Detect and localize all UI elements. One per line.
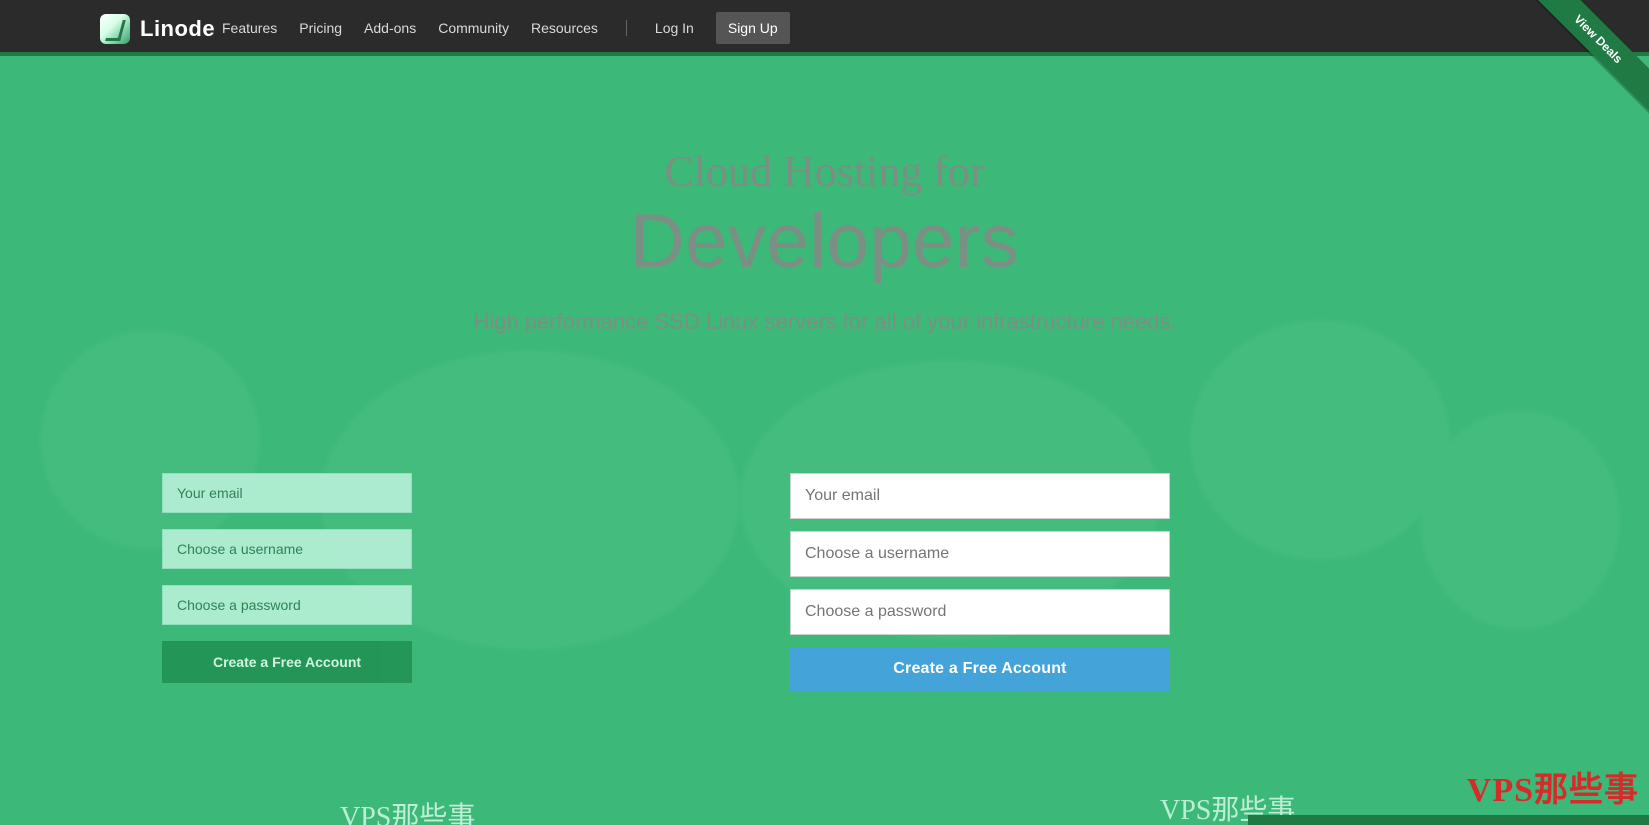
- hero-subtitle: High performance SSD Linux servers for a…: [473, 309, 1177, 334]
- nav-link-resources[interactable]: Resources: [531, 20, 598, 36]
- login-link[interactable]: Log In: [655, 20, 694, 36]
- linode-logo-icon: [100, 14, 130, 44]
- nav-link-pricing[interactable]: Pricing: [299, 20, 342, 36]
- ghost-signup-form: Your email Choose a username Choose a pa…: [162, 473, 412, 683]
- nav-link-community[interactable]: Community: [438, 20, 509, 36]
- ghost-password-placeholder: Choose a password: [177, 597, 301, 613]
- ghost-password-field: Choose a password: [162, 585, 412, 625]
- create-account-button[interactable]: Create a Free Account: [790, 647, 1170, 691]
- watermark-brand: VPS那些事: [1466, 772, 1639, 809]
- bottom-accent-bar: [1248, 815, 1649, 825]
- watermark-left: VPS那些事: [340, 802, 476, 825]
- top-navigation: Linode Features Pricing Add-ons Communit…: [0, 0, 1649, 136]
- ghost-cta: Create a Free Account: [162, 641, 412, 683]
- nav-link-addons[interactable]: Add-ons: [364, 20, 416, 36]
- page-root: Linode Features Pricing Add-ons Communit…: [0, 0, 1649, 825]
- username-input[interactable]: [805, 532, 1155, 576]
- signup-form: Create a Free Account: [790, 473, 1170, 691]
- brand[interactable]: Linode: [100, 14, 215, 44]
- hero-title-line1: Cloud Hosting for: [664, 147, 985, 196]
- hero-title-line2: Developers: [629, 199, 1020, 284]
- password-field: [790, 589, 1170, 635]
- email-input[interactable]: [805, 474, 1155, 518]
- brand-name: Linode: [140, 16, 216, 41]
- primary-nav: Features Pricing Add-ons Community Resou…: [222, 0, 790, 56]
- hero-section: Cloud Hosting for Developers High perfor…: [0, 60, 1649, 825]
- nav-link-features[interactable]: Features: [222, 20, 277, 36]
- password-input[interactable]: [805, 590, 1155, 634]
- email-field: [790, 473, 1170, 519]
- ghost-username-placeholder: Choose a username: [177, 541, 304, 557]
- ghost-email-field: Your email: [162, 473, 412, 513]
- signup-button[interactable]: Sign Up: [715, 12, 790, 44]
- ghost-username-field: Choose a username: [162, 529, 412, 569]
- nav-separator: [625, 20, 627, 36]
- ghost-email-placeholder: Your email: [177, 485, 243, 501]
- username-field: [790, 531, 1170, 577]
